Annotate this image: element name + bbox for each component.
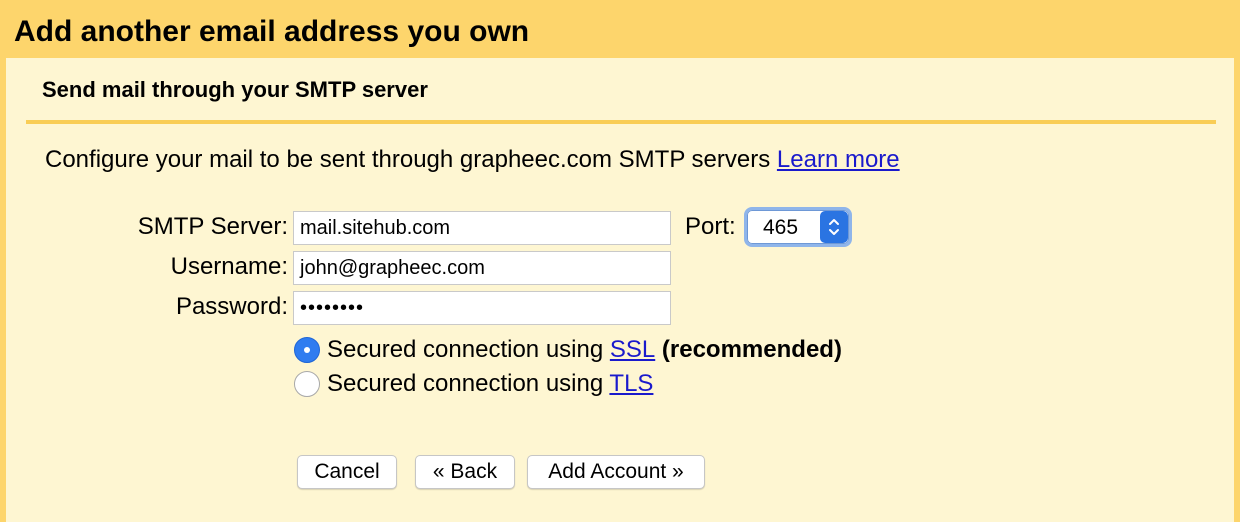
- port-label: Port:: [685, 213, 736, 240]
- username-label: Username:: [170, 253, 288, 280]
- learn-more-link[interactable]: Learn more: [777, 146, 900, 173]
- password-label: Password:: [175, 293, 288, 320]
- tls-link[interactable]: TLS: [609, 370, 653, 397]
- smtp-server-input[interactable]: mail.sitehub.com: [293, 211, 671, 245]
- tls-radio[interactable]: [294, 371, 320, 397]
- section-title: Send mail through your SMTP server: [42, 77, 428, 102]
- back-button[interactable]: « Back: [415, 455, 515, 489]
- intro-description: Configure your mail to be sent through g…: [45, 146, 777, 173]
- tls-prefix: Secured connection using: [327, 370, 610, 397]
- port-select[interactable]: 465: [744, 207, 852, 247]
- ssl-prefix: Secured connection using: [327, 336, 610, 363]
- section-divider: [26, 120, 1216, 124]
- intro-text: Configure your mail to be sent through g…: [45, 144, 900, 176]
- add-account-button[interactable]: Add Account »: [527, 455, 705, 489]
- tls-option-label: Secured connection using TLS: [327, 369, 653, 399]
- password-input[interactable]: ••••••••: [293, 291, 671, 325]
- ssl-link[interactable]: SSL: [610, 336, 655, 363]
- recommended-text: (recommended): [655, 336, 842, 363]
- select-arrows-icon: [820, 211, 848, 243]
- cancel-button[interactable]: Cancel: [297, 455, 397, 489]
- ssl-radio[interactable]: [294, 337, 320, 363]
- username-input[interactable]: john@grapheec.com: [293, 251, 671, 285]
- smtp-server-label: SMTP Server:: [137, 213, 288, 240]
- ssl-option-label: Secured connection using SSL (recommende…: [327, 335, 842, 365]
- dialog-title: Add another email address you own: [14, 15, 530, 48]
- dialog-header: Add another email address you own: [0, 0, 1240, 58]
- smtp-panel: Send mail through your SMTP server Confi…: [6, 58, 1234, 522]
- port-value: 465: [763, 216, 799, 239]
